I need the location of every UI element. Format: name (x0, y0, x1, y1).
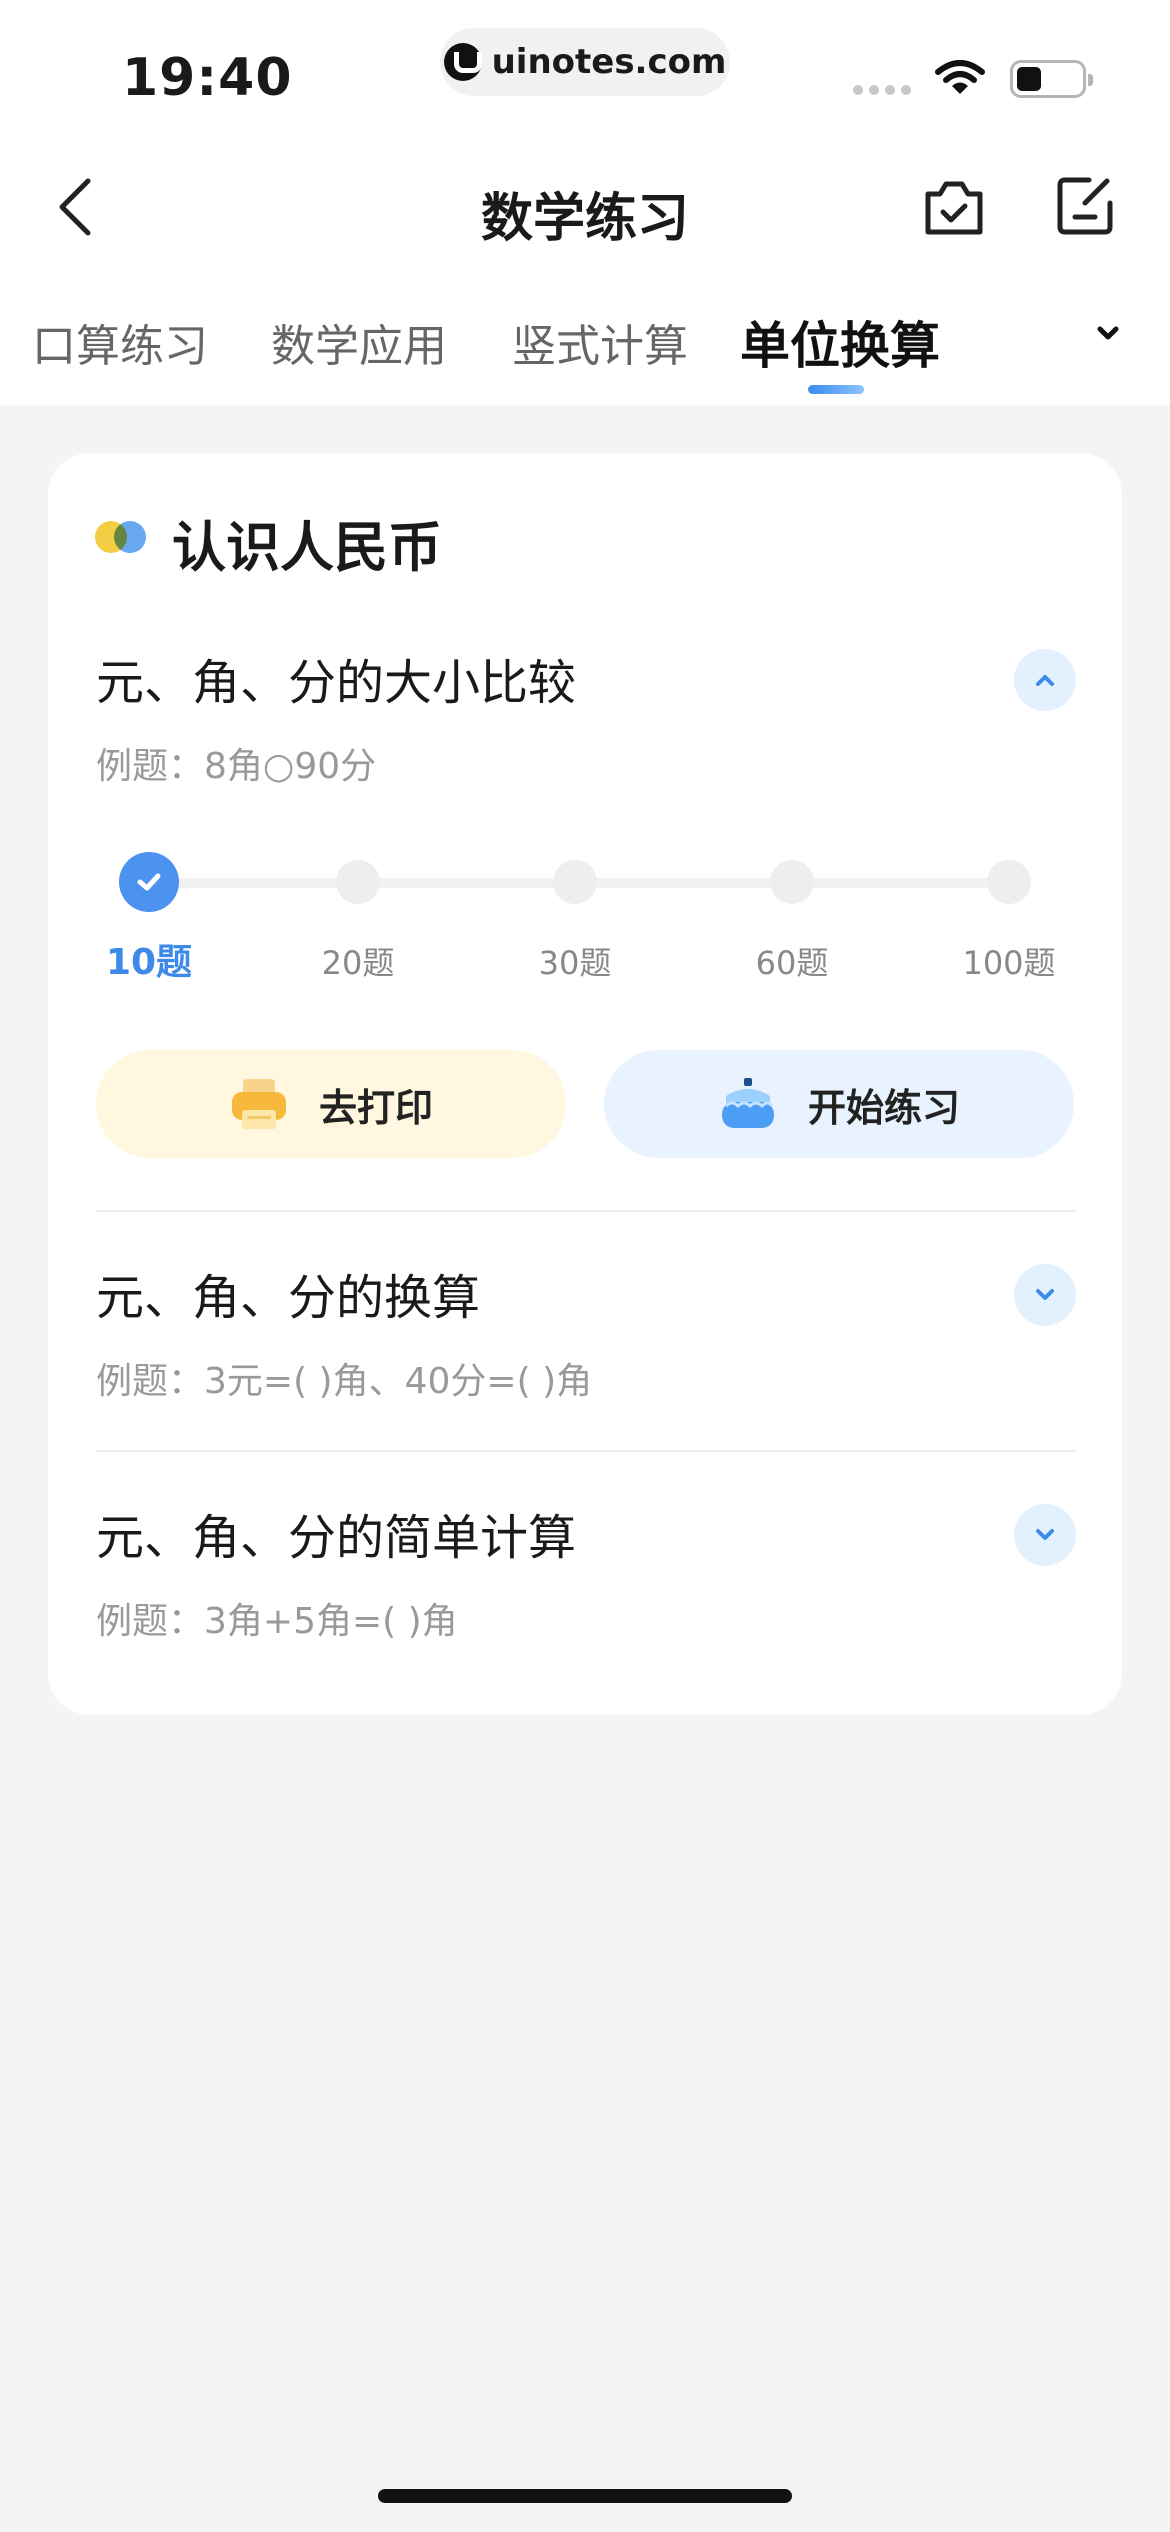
divider (96, 1450, 1076, 1452)
start-practice-button[interactable]: 开始练习 (604, 1050, 1074, 1158)
count-stop-20[interactable] (336, 860, 380, 904)
count-stop-10[interactable] (119, 852, 179, 912)
camera-check-icon[interactable] (922, 178, 986, 238)
card-title: 认识人民币 (172, 516, 442, 579)
page-title: 数学练习 (480, 189, 689, 249)
status-time: 19:40 (122, 48, 293, 108)
tab-oral-calc[interactable]: 口算练习 (32, 310, 208, 374)
printer-icon (231, 1079, 286, 1129)
title-decoration-dot (114, 521, 146, 553)
wifi-icon (935, 60, 985, 94)
expand-toggle[interactable] (1014, 1264, 1076, 1326)
url-text: uinotes.com (491, 42, 727, 82)
section-title: 元、角、分的大小比较 (96, 655, 577, 711)
chevron-down-icon[interactable] (1093, 318, 1123, 348)
url-pill[interactable]: uinotes.com (440, 28, 730, 96)
section-conversion[interactable]: 元、角、分的换算 例题：3元=( )角、40分=( )角 (96, 1258, 1076, 1404)
count-stop-100[interactable] (987, 860, 1031, 904)
section-example: 例题：8角○90分 (96, 746, 377, 787)
count-label-30[interactable]: 30题 (505, 938, 645, 984)
check-icon (137, 873, 161, 891)
print-button[interactable]: 去打印 (96, 1050, 566, 1158)
count-label-10[interactable]: 10题 (79, 933, 219, 985)
top-area: 19:40 uinotes.com 数学练习 口算练习 数学应用 竖式计算 单位… (0, 0, 1170, 405)
section-title: 元、角、分的换算 (96, 1270, 481, 1326)
home-indicator (378, 2489, 792, 2503)
edit-note-icon[interactable] (1055, 175, 1115, 237)
section-example: 例题：3元=( )角、40分=( )角 (96, 1361, 593, 1402)
practice-icon (721, 1078, 774, 1128)
divider (96, 1210, 1076, 1212)
section-example: 例题：3角+5角=( )角 (96, 1601, 458, 1642)
section-compare[interactable]: 元、角、分的大小比较 例题：8角○90分 (96, 643, 1076, 789)
start-practice-label: 开始练习 (807, 1085, 960, 1130)
battery-icon (1010, 60, 1093, 98)
chevron-down-icon (1036, 1289, 1054, 1300)
count-label-100[interactable]: 100题 (939, 938, 1079, 984)
chevron-down-icon (1036, 1529, 1054, 1540)
cellular-signal-icon (853, 85, 911, 95)
section-simple-calc[interactable]: 元、角、分的简单计算 例题：3角+5角=( )角 (96, 1498, 1076, 1644)
topic-card: 认识人民币 元、角、分的大小比较 例题：8角○90分 10题 20题 30题 6… (48, 453, 1122, 1715)
count-label-60[interactable]: 60题 (722, 938, 862, 984)
collapse-toggle[interactable] (1014, 649, 1076, 711)
section-title: 元、角、分的简单计算 (96, 1510, 577, 1566)
expand-toggle[interactable] (1014, 1504, 1076, 1566)
tab-bar: 口算练习 数学应用 竖式计算 单位换算 (0, 310, 1170, 380)
print-label: 去打印 (318, 1085, 433, 1130)
tab-vertical-calc[interactable]: 竖式计算 (512, 310, 688, 374)
count-label-20[interactable]: 20题 (288, 938, 428, 984)
count-stop-60[interactable] (770, 860, 814, 904)
tab-unit-conversion[interactable]: 单位换算 (740, 306, 940, 378)
count-stop-30[interactable] (553, 860, 597, 904)
active-tab-indicator (808, 385, 864, 394)
chevron-up-icon (1036, 675, 1054, 686)
tab-math-application[interactable]: 数学应用 (271, 310, 447, 374)
site-logo-icon (443, 43, 482, 81)
